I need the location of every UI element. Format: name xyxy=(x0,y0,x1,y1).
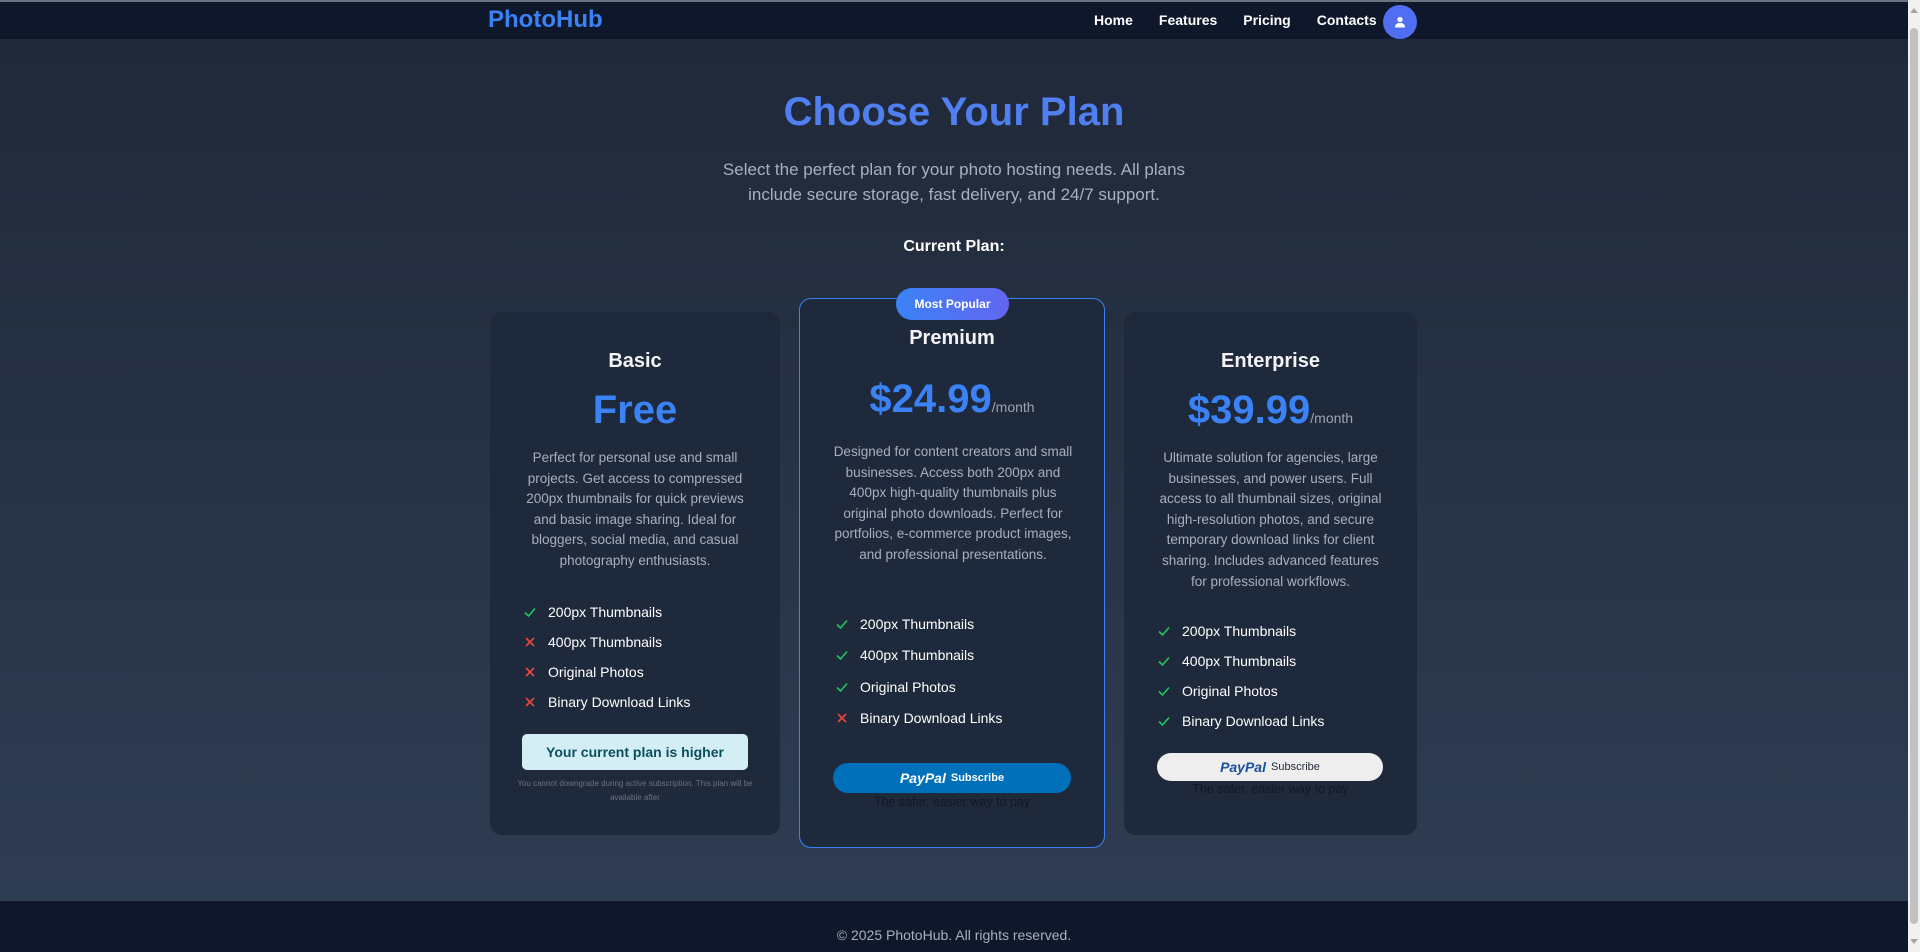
feature-label: 400px Thumbnails xyxy=(1182,653,1297,669)
plan-name: Basic xyxy=(608,350,662,372)
feature-label: 200px Thumbnails xyxy=(1182,623,1297,639)
check-icon xyxy=(1158,656,1170,667)
scroll-up-arrow-icon[interactable] xyxy=(1910,8,1918,13)
price-period: /month xyxy=(991,399,1035,415)
feature-item: Original Photos xyxy=(1157,676,1324,706)
check-icon xyxy=(836,619,848,629)
plan-name: Premium xyxy=(909,327,995,349)
feature-list: 200px Thumbnails 400px Thumbnails Origin… xyxy=(1157,616,1324,736)
feature-label: Binary Download Links xyxy=(1182,713,1325,729)
feature-label: Original Photos xyxy=(860,678,956,695)
feature-item: 400px Thumbnails xyxy=(1157,646,1324,676)
nav-links: Home Features Pricing Contacts xyxy=(1094,12,1377,28)
feature-item: Binary Download Links xyxy=(1157,706,1324,736)
feature-item: 200px Thumbnails xyxy=(835,608,1002,640)
feature-label: Original Photos xyxy=(548,664,644,680)
nav-link-contacts[interactable]: Contacts xyxy=(1317,12,1377,28)
cross-icon xyxy=(837,713,847,723)
feature-item: Original Photos xyxy=(523,657,690,687)
check-icon xyxy=(1158,716,1170,727)
cross-icon xyxy=(525,697,535,707)
feature-item: 200px Thumbnails xyxy=(1157,616,1324,646)
footer-copyright: © 2025 PhotoHub. All rights reserved. xyxy=(836,927,1072,943)
footer: © 2025 PhotoHub. All rights reserved. xyxy=(0,901,1908,952)
check-icon xyxy=(1158,626,1170,637)
downgrade-note: You cannot downgrade during active subsc… xyxy=(517,779,753,802)
page-title: Choose Your Plan xyxy=(783,90,1125,134)
plan-description: Ultimate solution for agencies, large bu… xyxy=(1159,450,1382,589)
current-plan-higher-button[interactable]: Your current plan is higher xyxy=(522,734,748,770)
user-icon xyxy=(1395,16,1405,28)
brand-logo[interactable]: PhotoHub xyxy=(488,6,603,34)
paypal-tagline: The safer, easier way to pay xyxy=(873,795,1031,809)
nav-link-home[interactable]: Home xyxy=(1094,12,1133,28)
plan-price: $24.99/month xyxy=(800,377,1104,422)
paypal-logo: PayPal xyxy=(1220,759,1266,775)
page-subtitle: Select the perfect plan for your photo h… xyxy=(722,160,1186,204)
paypal-subscribe-button[interactable]: PayPal Subscribe xyxy=(1157,753,1383,781)
cross-icon xyxy=(525,667,535,677)
most-popular-badge: Most Popular xyxy=(896,288,1009,320)
feature-label: 400px Thumbnails xyxy=(860,647,975,664)
feature-label: 200px Thumbnails xyxy=(548,604,663,620)
plan-price: $39.99/month xyxy=(1124,388,1417,433)
check-icon xyxy=(836,651,848,661)
cross-icon xyxy=(525,637,535,647)
paypal-subscribe-label: Subscribe xyxy=(1271,761,1320,773)
feature-label: Binary Download Links xyxy=(548,694,691,710)
paypal-subscribe-label: Subscribe xyxy=(950,772,1005,784)
feature-list: 200px Thumbnails 400px Thumbnails Origin… xyxy=(523,597,690,717)
page-scrollbar[interactable] xyxy=(1908,0,1920,952)
feature-item: 400px Thumbnails xyxy=(523,627,690,657)
feature-item: 200px Thumbnails xyxy=(523,597,690,627)
feature-item: Binary Download Links xyxy=(523,687,690,717)
plan-description: Perfect for personal use and small proje… xyxy=(526,450,744,568)
feature-list: 200px Thumbnails 400px Thumbnails Origin… xyxy=(835,608,1002,734)
price-amount: $39.99 xyxy=(1187,388,1311,432)
plan-name: Enterprise xyxy=(1221,350,1320,372)
nav-link-pricing[interactable]: Pricing xyxy=(1243,12,1290,28)
navbar: PhotoHub Home Features Pricing Contacts xyxy=(0,2,1908,39)
feature-label: 200px Thumbnails xyxy=(860,615,975,632)
nav-link-features[interactable]: Features xyxy=(1159,12,1217,28)
plan-price: Free xyxy=(592,388,678,432)
feature-item: 400px Thumbnails xyxy=(835,640,1002,672)
plan-card-premium: Most Popular Premium $24.99/month Design… xyxy=(799,288,1105,848)
user-avatar-button[interactable] xyxy=(1383,5,1417,39)
paypal-tagline: The safer, easier way to pay xyxy=(1192,782,1349,796)
paypal-subscribe-button[interactable]: PayPal Subscribe xyxy=(833,763,1071,793)
scroll-down-arrow-icon[interactable] xyxy=(1910,939,1918,944)
check-icon xyxy=(836,682,848,692)
check-icon xyxy=(1158,686,1170,697)
price-period: /month xyxy=(1310,410,1354,426)
plan-card-enterprise: Enterprise $39.99/month Ultimate solutio… xyxy=(1124,312,1417,835)
current-plan-label: Current Plan: xyxy=(903,238,1005,255)
paypal-logo: PayPal xyxy=(899,770,946,786)
price-amount: $24.99 xyxy=(869,377,992,421)
check-icon xyxy=(524,607,536,618)
plan-card-basic: Basic Free Perfect for personal use and … xyxy=(490,312,780,835)
plan-description: Designed for content creators and small … xyxy=(833,444,1073,562)
scrollbar-thumb[interactable] xyxy=(1910,28,1918,924)
feature-label: Binary Download Links xyxy=(860,710,1003,727)
feature-item: Binary Download Links xyxy=(835,703,1002,735)
feature-label: 400px Thumbnails xyxy=(548,634,663,650)
feature-item: Original Photos xyxy=(835,671,1002,703)
feature-label: Original Photos xyxy=(1182,683,1278,699)
